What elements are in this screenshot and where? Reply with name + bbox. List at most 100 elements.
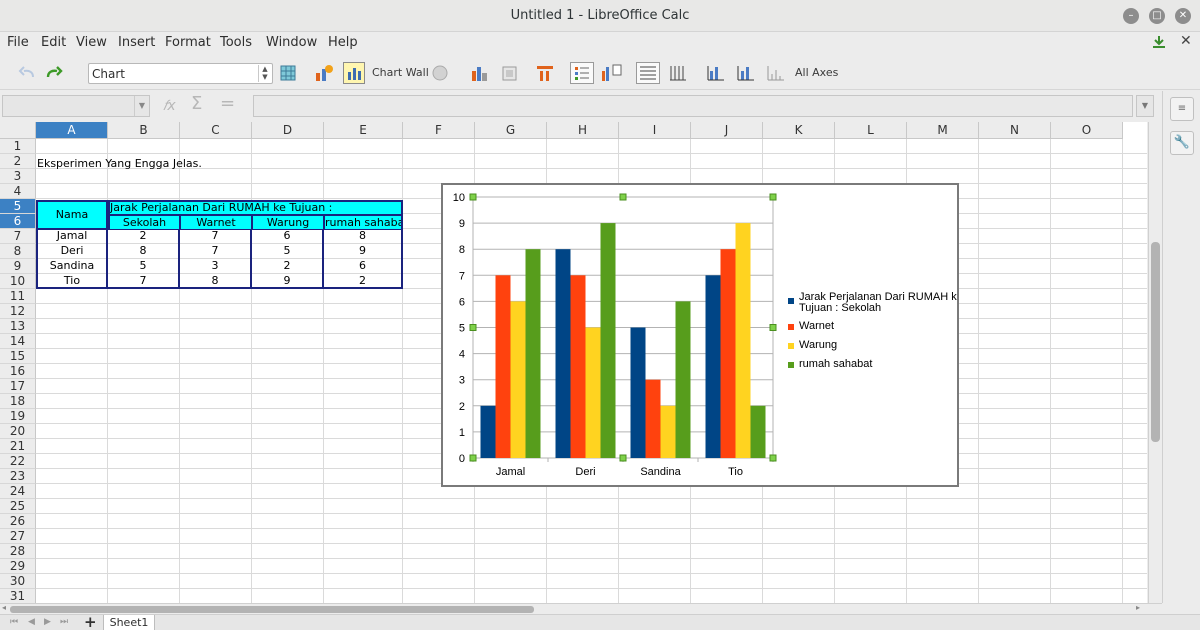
name-box-dropdown-icon[interactable]: ▼	[134, 96, 149, 116]
row-header-24[interactable]: 24	[0, 484, 36, 499]
name-box[interactable]: ▼	[2, 95, 150, 117]
row-header-29[interactable]: 29	[0, 559, 36, 574]
column-header-b[interactable]: B	[108, 122, 180, 139]
row-header-15[interactable]: 15	[0, 349, 36, 364]
cell-warung-header[interactable]: Warung	[252, 215, 324, 230]
cell-value[interactable]: 5	[108, 259, 180, 274]
vertical-grid-icon[interactable]	[668, 63, 688, 83]
vertical-scrollbar[interactable]	[1148, 122, 1161, 603]
row-header-20[interactable]: 20	[0, 424, 36, 439]
column-header-g[interactable]: G	[475, 122, 547, 139]
scroll-right-icon[interactable]: ▸	[1136, 603, 1140, 612]
row-header-13[interactable]: 13	[0, 319, 36, 334]
cell-warnet-header[interactable]: Warnet	[180, 215, 252, 230]
minimize-icon[interactable]: –	[1123, 8, 1139, 24]
sidebar-menu-icon[interactable]: ≡	[1170, 97, 1194, 121]
horizontal-scroll-thumb[interactable]	[10, 606, 534, 613]
undo-icon[interactable]	[18, 63, 38, 83]
cell-name[interactable]: Deri	[36, 244, 108, 259]
row-header-27[interactable]: 27	[0, 529, 36, 544]
update-icon[interactable]	[1151, 34, 1167, 50]
row-header-25[interactable]: 25	[0, 499, 36, 514]
row-header-6[interactable]: 6	[0, 214, 36, 229]
horizontal-grid-toggle-icon[interactable]	[636, 62, 660, 84]
all-axes-icon[interactable]	[766, 63, 786, 83]
column-header-l[interactable]: L	[835, 122, 907, 139]
cell-rumah-sahabat-header[interactable]: rumah sahabat	[324, 215, 403, 230]
cell-value[interactable]: 7	[108, 274, 180, 289]
column-header-h[interactable]: H	[547, 122, 619, 139]
menu-insert[interactable]: Insert	[118, 35, 155, 50]
cell-value[interactable]: 9	[324, 244, 403, 259]
row-header-14[interactable]: 14	[0, 334, 36, 349]
select-all-corner[interactable]	[0, 122, 36, 139]
row-header-5[interactable]: 5	[0, 199, 36, 214]
cell-value[interactable]: 7	[180, 229, 252, 244]
column-header-o[interactable]: O	[1051, 122, 1123, 139]
cell-name[interactable]: Tio	[36, 274, 108, 289]
properties-wrench-icon[interactable]: 🔧	[1170, 131, 1194, 155]
menu-edit[interactable]: Edit	[41, 35, 66, 50]
row-header-2[interactable]: 2	[0, 154, 36, 169]
chart-wall-icon[interactable]	[343, 62, 365, 84]
column-header-i[interactable]: I	[619, 122, 691, 139]
close-document-icon[interactable]: ✕	[1180, 33, 1192, 49]
formula-equals-icon[interactable]: =	[220, 93, 235, 114]
row-header-4[interactable]: 4	[0, 184, 36, 199]
horizontal-grids-icon[interactable]	[535, 63, 555, 83]
vertical-scroll-thumb[interactable]	[1151, 242, 1160, 442]
row-header-18[interactable]: 18	[0, 394, 36, 409]
expand-formula-icon[interactable]: ▼	[1136, 95, 1154, 117]
row-header-9[interactable]: 9	[0, 259, 36, 274]
menu-view[interactable]: View	[76, 35, 107, 50]
cell-sekolah-header[interactable]: Sekolah	[108, 215, 180, 230]
menu-file[interactable]: File	[7, 35, 29, 50]
cell-a2[interactable]: Eksperimen Yang Engga Jelas.	[37, 156, 202, 171]
cell-value[interactable]: 6	[252, 229, 324, 244]
row-header-17[interactable]: 17	[0, 379, 36, 394]
row-header-8[interactable]: 8	[0, 244, 36, 259]
add-sheet-button[interactable]: +	[84, 613, 97, 630]
scroll-left-icon[interactable]: ◂	[2, 603, 6, 612]
data-table-icon[interactable]	[470, 63, 490, 83]
function-wizard-icon[interactable]: 𝑓x	[163, 98, 176, 114]
menu-tools[interactable]: Tools	[220, 35, 252, 50]
cell-value[interactable]: 8	[108, 244, 180, 259]
menu-help[interactable]: Help	[328, 35, 358, 50]
column-header-f[interactable]: F	[403, 122, 475, 139]
cell-value[interactable]: 5	[252, 244, 324, 259]
cell-value[interactable]: 7	[180, 244, 252, 259]
prev-sheet-icon[interactable]: ◀	[28, 617, 35, 627]
row-header-26[interactable]: 26	[0, 514, 36, 529]
column-header-d[interactable]: D	[252, 122, 324, 139]
menu-window[interactable]: Window	[266, 35, 317, 50]
cell-value[interactable]: 2	[108, 229, 180, 244]
format-selection-icon[interactable]	[278, 63, 298, 83]
redo-icon[interactable]	[44, 63, 64, 83]
cell-value[interactable]: 6	[324, 259, 403, 274]
3d-view-icon[interactable]	[430, 63, 450, 83]
spin-arrows-icon[interactable]: ▲ ▼	[258, 65, 271, 82]
maximize-icon[interactable]: □	[1149, 8, 1165, 24]
row-header-11[interactable]: 11	[0, 289, 36, 304]
column-header-j[interactable]: J	[691, 122, 763, 139]
row-header-7[interactable]: 7	[0, 229, 36, 244]
cell-nama-header[interactable]: Nama	[36, 200, 108, 230]
row-header-10[interactable]: 10	[0, 274, 36, 289]
chart-element-select[interactable]: Chart ▲ ▼	[88, 63, 273, 84]
row-header-1[interactable]: 1	[0, 139, 36, 154]
row-header-28[interactable]: 28	[0, 544, 36, 559]
cell-value[interactable]: 8	[180, 274, 252, 289]
legend-icon[interactable]	[600, 63, 622, 83]
x-axis-icon[interactable]	[706, 63, 726, 83]
row-header-12[interactable]: 12	[0, 304, 36, 319]
data-ranges-icon[interactable]	[500, 63, 520, 83]
row-header-23[interactable]: 23	[0, 469, 36, 484]
bar-chart[interactable]: 0 1 2 3 4 5 6 7 8 9 10 Jamal Deri Sandina Tio Jarak Per…	[443, 185, 957, 485]
row-header-3[interactable]: 3	[0, 169, 36, 184]
formula-input[interactable]	[253, 95, 1133, 117]
sheet-tab-sheet1[interactable]: Sheet1	[103, 615, 155, 630]
column-header-a[interactable]: A	[36, 122, 108, 139]
horizontal-scrollbar[interactable]: ◂ ▸	[0, 603, 1162, 614]
last-sheet-icon[interactable]: ⏭	[60, 617, 68, 627]
